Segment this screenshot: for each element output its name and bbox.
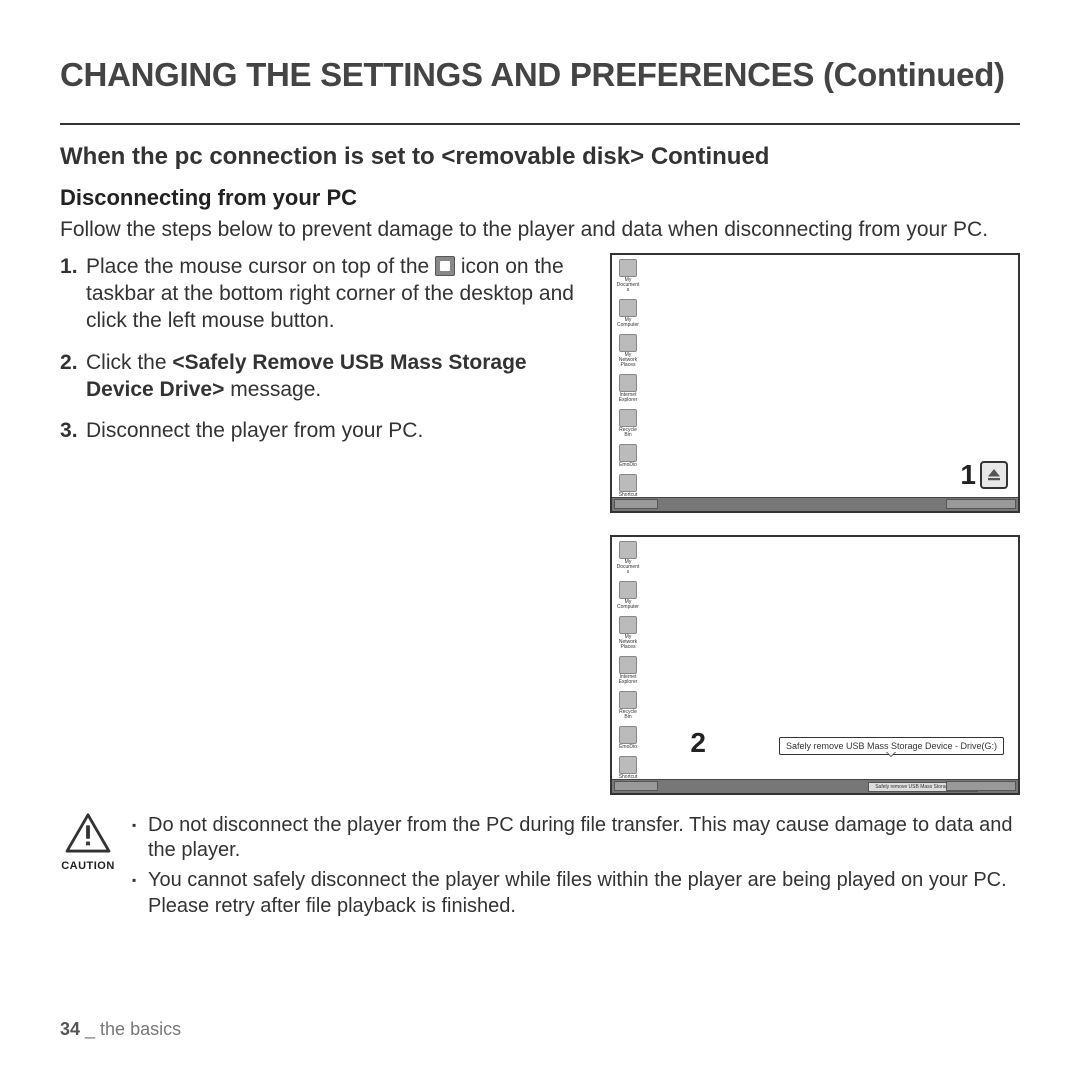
taskbar: Safely remove USB Mass Storage Device - … <box>612 779 1018 793</box>
section-heading: Disconnecting from your PC <box>60 185 1020 211</box>
desktop-icon: EmoDio <box>616 726 640 750</box>
desktop-icon: EmoDio <box>616 444 640 468</box>
callout-number-1: 1 <box>960 459 976 491</box>
desktop-icon: My Network Places <box>616 334 640 368</box>
step-1: Place the mouse cursor on top of the ico… <box>86 253 582 335</box>
title-divider <box>60 123 1020 125</box>
caution-triangle-icon <box>65 813 111 853</box>
page-footer: 34 _ the basics <box>60 1019 181 1040</box>
taskbar <box>612 497 1018 511</box>
system-tray <box>946 781 1016 791</box>
start-button <box>614 781 658 791</box>
screenshot-desktop-1: My Documents My Computer My Network Plac… <box>610 253 1020 513</box>
desktop-icon: Recycle Bin <box>616 409 640 438</box>
step-1-text-a: Place the mouse cursor on top of the <box>86 255 435 278</box>
caution-label: CAUTION <box>60 860 116 872</box>
caution-item: Do not disconnect the player from the PC… <box>132 813 1020 864</box>
desktop-icon: My Network Places <box>616 616 640 650</box>
desktop-icon: Internet Explorer <box>616 374 640 403</box>
system-tray <box>946 499 1016 509</box>
desktop-icon: Internet Explorer <box>616 656 640 685</box>
section-subtitle: When the pc connection is set to <remova… <box>60 143 1020 171</box>
page-title: CHANGING THE SETTINGS AND PREFERENCES (C… <box>60 55 1020 95</box>
page-number: 34 <box>60 1019 80 1039</box>
desktop-icon: My Computer <box>616 581 640 610</box>
tray-eject-icon <box>980 461 1008 489</box>
step-3: Disconnect the player from your PC. <box>86 417 582 444</box>
step-2-text-b: message. <box>230 378 321 401</box>
step-2-text-a: Click the <box>86 351 172 374</box>
start-button <box>614 499 658 509</box>
desktop-icon: Shortcut <box>616 756 640 780</box>
desktop-icon: My Computer <box>616 299 640 328</box>
callout-number-2: 2 <box>690 727 706 759</box>
desktop-icon: My Documents <box>616 259 640 293</box>
footer-section: the basics <box>100 1019 181 1039</box>
screenshot-desktop-2: My Documents My Computer My Network Plac… <box>610 535 1020 795</box>
desktop-icon: My Documents <box>616 541 640 575</box>
step-2: Click the <Safely Remove USB Mass Storag… <box>86 349 582 404</box>
desktop-icon: Shortcut <box>616 474 640 498</box>
caution-item: You cannot safely disconnect the player … <box>132 868 1020 919</box>
safely-remove-tooltip: Safely remove USB Mass Storage Device - … <box>779 737 1004 755</box>
intro-paragraph: Follow the steps below to prevent damage… <box>60 217 1020 243</box>
desktop-icon: Recycle Bin <box>616 691 640 720</box>
safely-remove-hardware-icon <box>435 256 455 276</box>
